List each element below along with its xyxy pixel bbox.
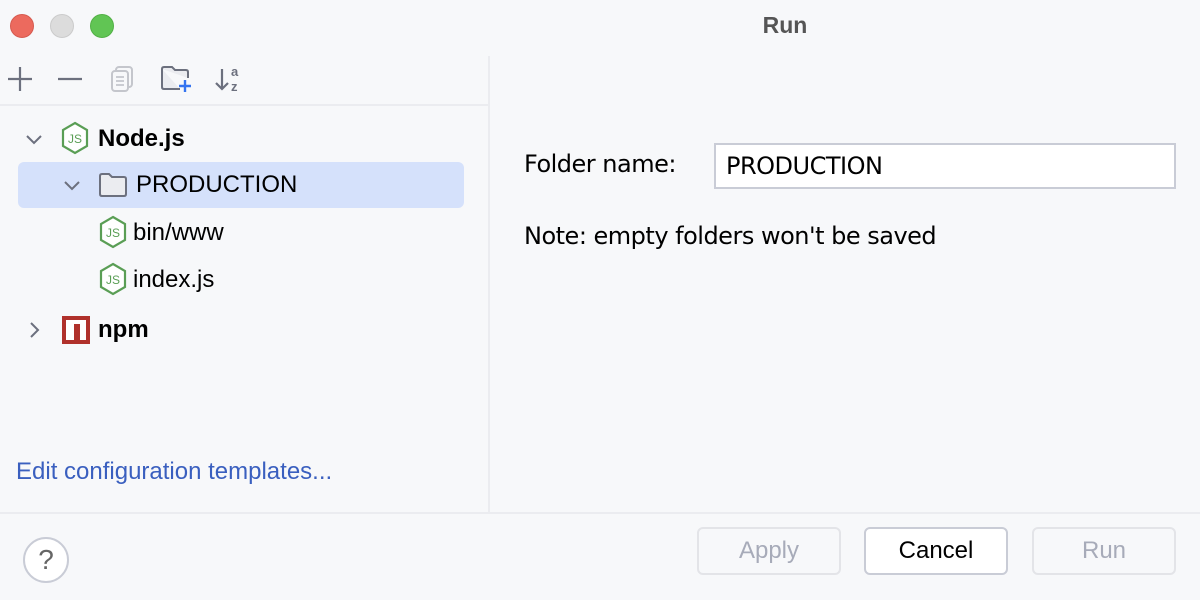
tree-item-npm[interactable]: npm	[18, 307, 464, 353]
tree-item-label: Node.js	[98, 125, 185, 152]
svg-text:JS: JS	[106, 226, 120, 240]
help-button[interactable]: ?	[23, 537, 69, 583]
edit-configuration-templates-link[interactable]: Edit configuration templates...	[16, 458, 332, 486]
new-folder-button[interactable]	[159, 62, 193, 96]
svg-text:a: a	[231, 64, 239, 79]
toolbar-divider	[0, 104, 488, 106]
run-button[interactable]: Run	[1032, 527, 1176, 575]
empty-folders-note: Note: empty folders won't be saved	[524, 222, 937, 250]
svg-text:JS: JS	[106, 273, 120, 287]
title-bar: Run	[0, 0, 1200, 54]
window-close-button[interactable]	[10, 14, 34, 38]
pane-splitter[interactable]	[488, 56, 490, 512]
npm-icon	[62, 316, 90, 344]
tree-item-label: npm	[98, 316, 149, 343]
plus-icon	[8, 67, 32, 91]
minus-icon	[58, 77, 82, 81]
window-maximize-button[interactable]	[90, 14, 114, 38]
sort-configurations-button[interactable]: a z	[212, 62, 246, 96]
folder-name-input[interactable]	[714, 143, 1176, 189]
svg-text:z: z	[231, 79, 238, 94]
folder-icon	[99, 173, 127, 197]
chevron-down-icon[interactable]	[24, 129, 44, 149]
window-title: Run	[762, 12, 808, 38]
tree-item-index-js[interactable]: JS index.js	[18, 257, 464, 303]
question-mark-icon: ?	[38, 544, 54, 575]
cancel-button[interactable]: Cancel	[864, 527, 1008, 575]
tree-item-production-folder[interactable]: PRODUCTION	[18, 162, 464, 208]
copy-icon	[111, 66, 133, 92]
window-minimize-button[interactable]	[50, 14, 74, 38]
tree-item-label: index.js	[133, 266, 215, 293]
footer-divider	[0, 512, 1200, 514]
remove-configuration-button[interactable]	[53, 62, 87, 96]
nodejs-icon: JS	[61, 121, 89, 155]
chevron-down-icon[interactable]	[62, 175, 82, 195]
tree-item-bin-www[interactable]: JS bin/www	[18, 210, 464, 256]
apply-button[interactable]: Apply	[697, 527, 841, 575]
svg-text:JS: JS	[68, 132, 82, 146]
add-configuration-button[interactable]	[3, 62, 37, 96]
tree-item-label: bin/www	[133, 219, 224, 246]
nodejs-icon: JS	[99, 262, 127, 296]
tree-item-label: PRODUCTION	[136, 171, 298, 198]
chevron-right-icon[interactable]	[24, 320, 44, 340]
copy-configuration-button[interactable]	[106, 62, 140, 96]
folder-add-icon	[161, 66, 191, 92]
nodejs-icon: JS	[99, 215, 127, 249]
folder-name-label: Folder name:	[524, 150, 676, 178]
sort-alpha-icon: a z	[215, 64, 239, 94]
tree-item-nodejs[interactable]: JS Node.js	[18, 116, 464, 162]
